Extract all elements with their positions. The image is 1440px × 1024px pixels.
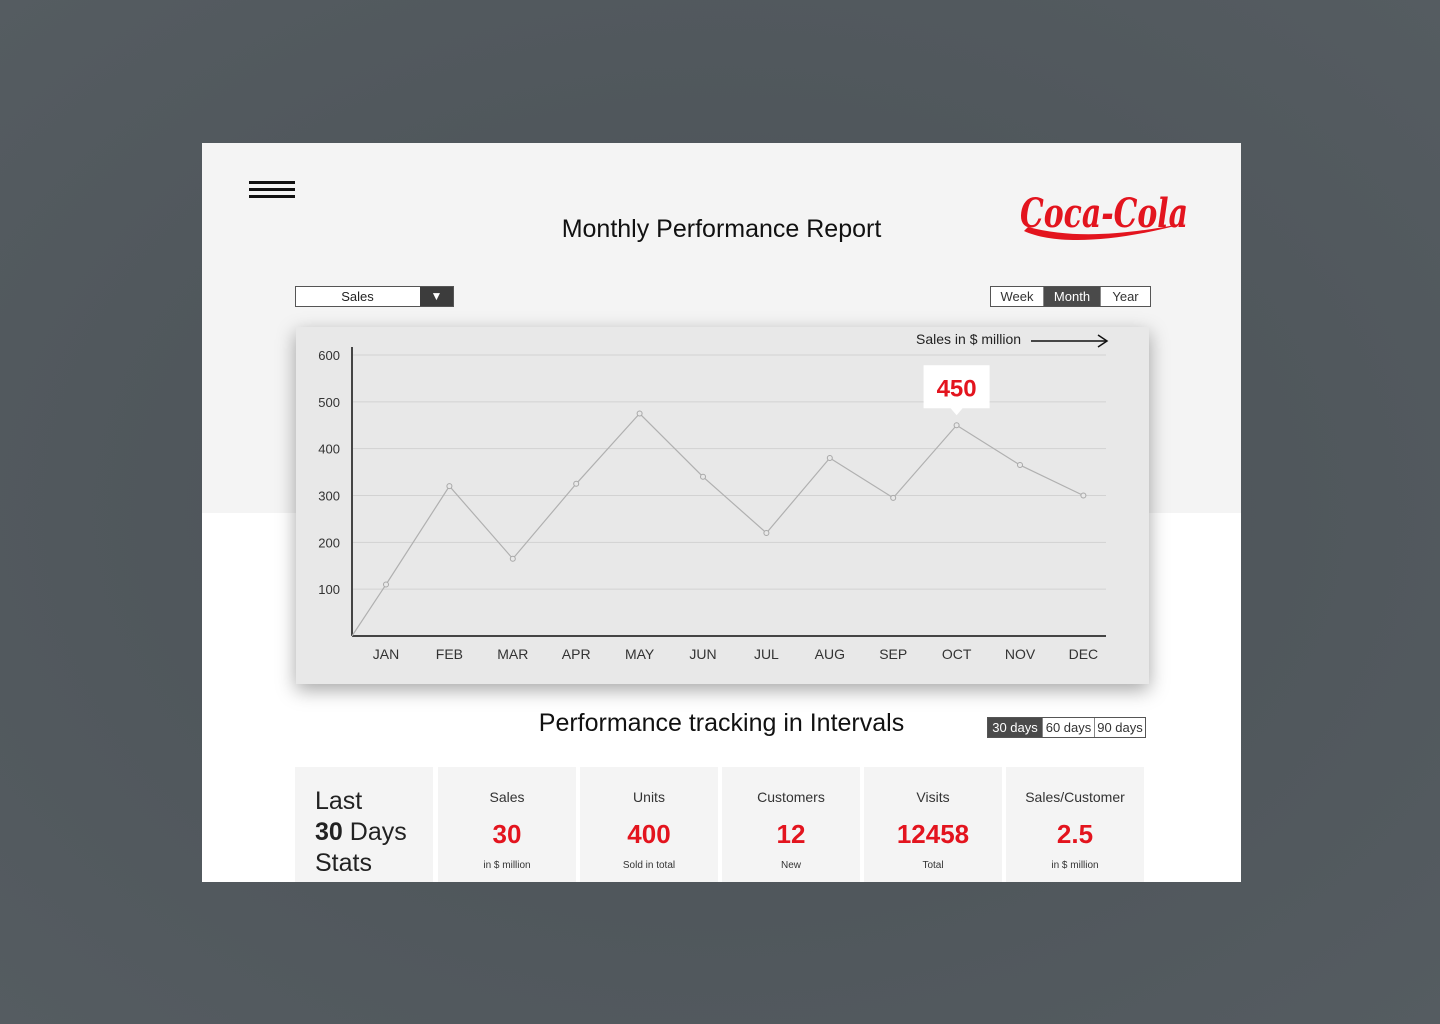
range-tab-year[interactable]: Year bbox=[1100, 287, 1150, 306]
metric-dropdown-value: Sales bbox=[341, 289, 374, 304]
stat-label: Units bbox=[633, 789, 665, 805]
y-tick-label: 100 bbox=[318, 582, 340, 597]
data-point bbox=[509, 555, 516, 562]
sales-series-line bbox=[351, 412, 1084, 637]
stats-lead-line1: Last bbox=[315, 787, 363, 815]
stat-label: Visits bbox=[916, 789, 950, 805]
stat-subtext: Sold in total bbox=[622, 860, 676, 871]
interval-tab-90[interactable]: 90 days bbox=[1094, 718, 1145, 737]
y-tick-label: 500 bbox=[318, 395, 340, 410]
range-toggle: Week Month Year bbox=[990, 286, 1151, 307]
metric-dropdown[interactable]: Sales ▼ bbox=[295, 286, 454, 307]
sales-chart: 100 200 300 400 500 600 JAN FEB MAR APR MAY JUN JUL A… bbox=[296, 327, 1149, 684]
stat-label: Sales/Customer bbox=[1025, 789, 1125, 805]
x-tick-label: APR bbox=[562, 646, 591, 662]
x-tick-label: AUG bbox=[815, 646, 845, 662]
sales-line-chart: 100 200 300 400 500 600 JAN FEB MAR APR MAY JUN JUL A… bbox=[318, 331, 1109, 662]
stats-lead-days-number: 30 bbox=[315, 818, 343, 846]
x-tick-label: JUN bbox=[689, 646, 716, 662]
stats-lead-line3: Stats bbox=[315, 849, 372, 877]
stat-card-sales: Sales 30 in $ million bbox=[438, 767, 576, 882]
y-tick-label: 300 bbox=[318, 489, 340, 504]
data-point bbox=[636, 410, 643, 417]
stat-card-customers: Customers 12 New bbox=[722, 767, 860, 882]
data-point bbox=[890, 494, 897, 501]
interval-tab-30[interactable]: 30 days bbox=[988, 718, 1042, 737]
coca-cola-logo: Coca-Cola bbox=[1020, 190, 1188, 241]
stat-value: 400 bbox=[627, 819, 671, 849]
hamburger-menu-icon[interactable] bbox=[249, 181, 295, 201]
range-tab-month[interactable]: Month bbox=[1043, 287, 1100, 306]
x-tick-label: FEB bbox=[436, 646, 463, 662]
stat-card-sales-per-customer: Sales/Customer 2.5 in $ million bbox=[1006, 767, 1144, 882]
stat-label: Sales bbox=[489, 789, 525, 805]
x-tick-label: SEP bbox=[879, 646, 907, 662]
range-tab-week[interactable]: Week bbox=[991, 287, 1043, 306]
y-tick-label: 600 bbox=[318, 348, 340, 363]
tooltip-value: 450 bbox=[937, 375, 977, 402]
stat-subtext: New bbox=[780, 860, 801, 871]
data-point bbox=[763, 529, 770, 536]
data-point bbox=[383, 581, 389, 588]
stat-subtext: in $ million bbox=[1051, 860, 1099, 871]
stat-value: 12 bbox=[776, 819, 806, 849]
stat-card-visits: Visits 12458 Total bbox=[864, 767, 1002, 882]
data-point bbox=[1080, 492, 1087, 499]
interval-toggle: 30 days 60 days 90 days bbox=[987, 717, 1146, 738]
data-point bbox=[446, 483, 453, 490]
chevron-down-icon[interactable]: ▼ bbox=[420, 287, 453, 306]
stats-lead-line2: 30 Days bbox=[315, 818, 407, 847]
x-tick-label: OCT bbox=[942, 646, 972, 662]
x-tick-label: NOV bbox=[1005, 646, 1036, 662]
data-point bbox=[953, 422, 960, 429]
x-tick-label: DEC bbox=[1069, 646, 1099, 662]
stats-lead-days-word: Days bbox=[342, 818, 407, 846]
x-tick-label: MAR bbox=[497, 646, 528, 662]
stat-card-units: Units 400 Sold in total bbox=[580, 767, 718, 882]
x-tick-label: JUL bbox=[754, 646, 779, 662]
data-point bbox=[573, 480, 580, 487]
y-axis-label: Sales in $ million bbox=[916, 331, 1021, 347]
x-tick-label: MAY bbox=[625, 646, 655, 662]
stat-subtext: in $ million bbox=[483, 860, 531, 871]
stat-value: 12458 bbox=[896, 819, 970, 849]
data-point bbox=[1017, 462, 1023, 469]
x-tick-label: JAN bbox=[373, 646, 399, 662]
report-frame: Monthly Performance Report Coca-Cola Sal… bbox=[202, 143, 1241, 882]
stats-lead-card: Last 30 Days Stats bbox=[295, 767, 433, 882]
y-tick-label: 400 bbox=[318, 442, 340, 457]
stat-value: 2.5 bbox=[1056, 819, 1094, 849]
stat-label: Customers bbox=[757, 789, 825, 805]
data-point bbox=[700, 473, 706, 480]
svg-text:Coca-Cola: Coca-Cola bbox=[1020, 190, 1188, 237]
data-point bbox=[826, 455, 833, 462]
interval-tab-60[interactable]: 60 days bbox=[1042, 718, 1094, 737]
y-tick-label: 200 bbox=[318, 535, 340, 550]
stat-value: 30 bbox=[492, 819, 522, 849]
stat-subtext: Total bbox=[922, 860, 944, 871]
